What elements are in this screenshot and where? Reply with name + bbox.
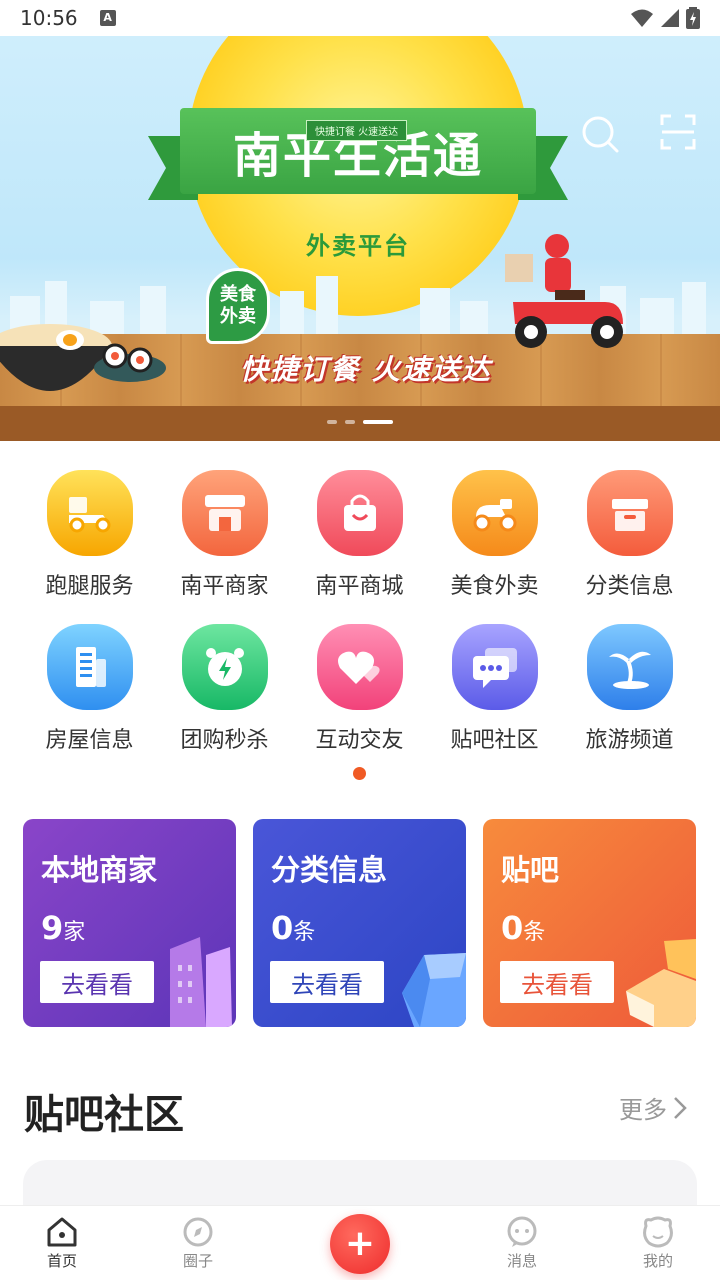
grid-item-group-buy[interactable]: 团购秒杀 [157, 624, 292, 754]
delivery-rider-graphic [505, 234, 623, 348]
section-title-forum: 贴吧社区 [24, 1092, 184, 1138]
crystal-graphic [402, 953, 466, 1027]
card-count-unit: 条 [523, 920, 546, 945]
box-icon [586, 470, 673, 556]
service-grid: 跑腿服务 南平商家 南平商城 美食外卖 分类信息 房屋信息 团购秒杀 互动交友 … [22, 470, 698, 754]
noodle-bowl-graphic [0, 324, 166, 391]
card-count: 0条 [271, 909, 448, 947]
more-link[interactable]: 更多 [619, 1090, 687, 1125]
grid-label: 房屋信息 [45, 728, 134, 753]
grid-item-housing[interactable]: 房屋信息 [22, 624, 157, 754]
chevron-right-icon [674, 1096, 687, 1119]
grid-label: 南平商城 [315, 574, 404, 599]
nav-label: 我的 [642, 1252, 673, 1270]
hearts-icon [316, 624, 403, 710]
nav-profile[interactable]: 我的 [618, 1216, 698, 1271]
nav-messages[interactable]: 消息 [482, 1216, 562, 1271]
grid-label: 贴吧社区 [450, 728, 539, 753]
books-graphic [626, 939, 696, 1027]
nav-circle[interactable]: 圈子 [158, 1216, 238, 1271]
status-time: 10:56 [20, 6, 78, 30]
notification-badge-icon: A [99, 10, 116, 26]
banner-slogan: 快捷订餐 火速送达 [240, 353, 492, 386]
nav-label: 圈子 [182, 1252, 213, 1270]
card-count-value: 0 [501, 909, 524, 947]
banner-pagination [0, 420, 720, 424]
grid-label: 跑腿服务 [45, 574, 134, 599]
card-classifieds[interactable]: 分类信息 0条 去看看 [253, 819, 466, 1027]
add-post-button[interactable]: + [330, 1214, 390, 1274]
card-local-merchants[interactable]: 本地商家 9家 去看看 [23, 819, 236, 1027]
grid-item-food-delivery[interactable]: 美食外卖 [427, 470, 562, 600]
status-bar: 10:56 A [0, 0, 720, 36]
card-title: 本地商家 [41, 853, 158, 887]
grid-item-travel[interactable]: 旅游频道 [562, 624, 697, 754]
banner-dot[interactable] [345, 420, 355, 424]
banner-dot[interactable] [327, 420, 337, 424]
card-count-value: 0 [271, 909, 294, 947]
search-icon[interactable] [580, 114, 620, 154]
grid-item-classifieds[interactable]: 分类信息 [562, 470, 697, 600]
scan-icon[interactable] [660, 114, 696, 150]
bottom-nav: 首页 圈子 + 消息 我的 [0, 1205, 720, 1280]
home-icon [47, 1217, 77, 1247]
go-see-button[interactable]: 去看看 [40, 961, 154, 1003]
grid-item-merchants[interactable]: 南平商家 [157, 470, 292, 600]
delivery-scooter-icon [451, 470, 538, 556]
summary-cards: 本地商家 9家 去看看 分类信息 0条 去看看 贴吧 0条 去看看 [23, 819, 697, 1027]
more-label: 更多 [619, 1096, 667, 1124]
battery-icon [686, 7, 700, 29]
buildings-graphic [170, 937, 232, 1027]
chat-bubbles-icon [451, 624, 538, 710]
go-see-button[interactable]: 去看看 [500, 961, 614, 1003]
scooter-icon [46, 470, 133, 556]
profile-icon [643, 1216, 673, 1248]
grid-label: 团购秒杀 [180, 728, 269, 753]
grid-label: 互动交友 [315, 728, 404, 753]
grid-item-mall[interactable]: 南平商城 [292, 470, 427, 600]
wifi-icon [631, 9, 653, 27]
shopping-bag-icon [316, 470, 403, 556]
card-count-unit: 家 [63, 920, 86, 945]
status-icons [630, 7, 700, 29]
card-forum[interactable]: 贴吧 0条 去看看 [483, 819, 696, 1027]
go-see-button[interactable]: 去看看 [270, 961, 384, 1003]
grid-label: 南平商家 [180, 574, 269, 599]
grid-item-errand[interactable]: 跑腿服务 [22, 470, 157, 600]
banner-dot-active[interactable] [363, 420, 393, 424]
card-count-unit: 条 [293, 920, 316, 945]
store-icon [181, 470, 268, 556]
card-title: 贴吧 [501, 853, 560, 887]
card-count-value: 9 [41, 909, 64, 947]
promo-banner[interactable]: 南平生活通 快捷订餐 火速送达 外卖平台 美食外卖 快捷订餐 火速送达 [0, 36, 720, 441]
grid-item-forum[interactable]: 贴吧社区 [427, 624, 562, 754]
banner-tagline-top: 快捷订餐 火速送达 [306, 120, 408, 141]
card-title: 分类信息 [271, 853, 388, 887]
banner-subtitle: 外卖平台 [306, 232, 410, 260]
message-icon [507, 1216, 537, 1247]
palm-tree-icon [586, 624, 673, 710]
food-badge-label: 美食外卖 [220, 284, 256, 327]
nav-label: 消息 [506, 1252, 537, 1270]
nav-home[interactable]: 首页 [22, 1216, 102, 1271]
nav-label: 首页 [46, 1252, 77, 1270]
grid-page-indicator [353, 767, 366, 780]
alarm-clock-icon [181, 624, 268, 710]
food-delivery-badge: 美食外卖 [206, 268, 270, 344]
grid-label: 旅游频道 [585, 728, 674, 753]
grid-label: 分类信息 [585, 574, 674, 599]
grid-item-dating[interactable]: 互动交友 [292, 624, 427, 754]
compass-icon [183, 1217, 213, 1247]
signal-icon [661, 9, 679, 27]
grid-label: 美食外卖 [450, 574, 539, 599]
building-icon [46, 624, 133, 710]
